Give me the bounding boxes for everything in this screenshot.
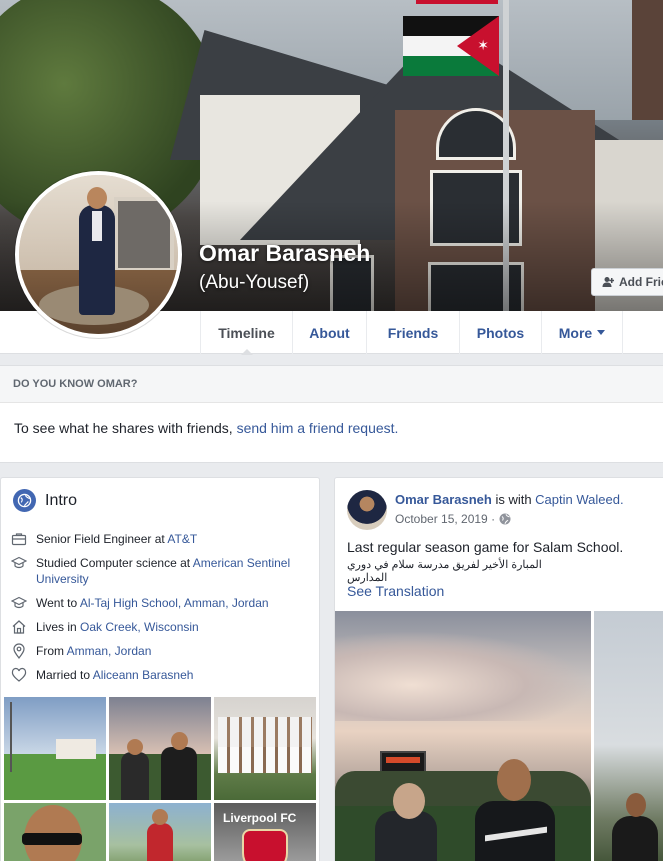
intro-item-label: Senior Field Engineer at	[36, 532, 168, 546]
friend-request-prompt: DO YOU KNOW OMAR? To see what he shares …	[0, 365, 663, 463]
highschool-link[interactable]: Al-Taj High School, Amman, Jordan	[80, 596, 269, 610]
employer-link[interactable]: AT&T	[167, 532, 197, 546]
intro-heading: Intro	[13, 489, 77, 512]
add-friend-icon	[602, 277, 614, 287]
liverpool-photo[interactable]: Liverpool FC	[214, 803, 316, 861]
tab-timeline[interactable]: Timeline	[200, 311, 292, 355]
prompt-body: To see what he shares with friends, send…	[0, 403, 663, 436]
globe-icon	[499, 513, 511, 525]
intro-item-married: Married to Aliceann Barasneh	[11, 667, 311, 683]
see-translation-link[interactable]: See Translation	[347, 583, 444, 599]
heart-icon	[11, 667, 27, 682]
post-author-avatar[interactable]	[347, 490, 387, 530]
tagged-friend-link[interactable]: Captin Waleed.	[535, 492, 623, 507]
photo-thumbnail[interactable]	[4, 697, 106, 800]
graduation-cap-icon	[11, 596, 27, 609]
photo-treeline	[335, 771, 591, 811]
prompt-heading: DO YOU KNOW OMAR?	[0, 366, 663, 403]
photo-thumbnail[interactable]	[4, 803, 106, 861]
intro-item-label: Went to	[36, 596, 80, 610]
briefcase-icon	[11, 533, 27, 546]
intro-item-lives: Lives in Oak Creek, Wisconsin	[11, 619, 311, 635]
intro-card: Intro Senior Field Engineer at AT&T Stud…	[0, 477, 320, 861]
tab-timeline-label: Timeline	[218, 324, 275, 341]
intro-title: Intro	[45, 491, 78, 509]
person-secondary	[612, 816, 658, 861]
current-city-link[interactable]: Oak Creek, Wisconsin	[80, 620, 199, 634]
intro-item-text: Senior Field Engineer at AT&T	[36, 531, 197, 547]
intro-list: Senior Field Engineer at AT&T Studied Co…	[11, 531, 311, 691]
intro-item-text: Studied Computer science at American Sen…	[36, 555, 311, 587]
add-friend-button[interactable]: Add Frie	[591, 268, 663, 296]
flag-top	[416, 0, 498, 4]
add-friend-label: Add Frie	[619, 275, 663, 289]
chevron-down-icon	[597, 330, 606, 335]
post-date[interactable]: October 15, 2019 ·	[395, 512, 495, 526]
timeline-post: Omar Barasneh is with Captin Waleed. Oct…	[334, 477, 663, 861]
post-photo-secondary[interactable]	[594, 611, 663, 861]
profile-picture[interactable]	[15, 171, 182, 338]
tab-about-label: About	[309, 324, 350, 341]
person-right-head	[497, 759, 531, 801]
post-with-text: is with	[491, 492, 536, 507]
intro-item-from: From Amman, Jordan	[11, 643, 311, 659]
send-friend-request-link[interactable]: send him a friend request.	[237, 420, 399, 436]
tab-about[interactable]: About	[292, 311, 366, 354]
post-text-arabic: المبارة الأخير لفريق مدرسة سلام في دوري …	[347, 559, 542, 584]
tab-more-label: More	[558, 324, 593, 341]
intro-item-label: Married to	[36, 668, 93, 682]
tab-friends[interactable]: Friends	[366, 311, 459, 354]
tab-friends-label: Friends	[387, 324, 439, 341]
location-pin-icon	[13, 643, 25, 659]
intro-item-text: From Amman, Jordan	[36, 643, 151, 659]
intro-item-college: Studied Computer science at American Sen…	[11, 555, 311, 587]
graduation-cap-icon	[11, 556, 27, 569]
prompt-text: To see what he shares with friends,	[14, 420, 237, 436]
tab-photos[interactable]: Photos	[459, 311, 541, 354]
intro-item-text: Went to Al-Taj High School, Amman, Jorda…	[36, 595, 269, 611]
cover-chimney	[632, 0, 663, 120]
jordan-flag: ✶	[403, 16, 499, 76]
home-icon	[12, 620, 26, 634]
profile-name[interactable]: Omar Barasneh	[199, 240, 370, 267]
photo-thumbnail[interactable]	[214, 697, 316, 800]
tab-more[interactable]: More	[541, 311, 623, 354]
globe-icon	[13, 489, 36, 512]
spouse-link[interactable]: Aliceann Barasneh	[93, 668, 194, 682]
intro-item-work: Senior Field Engineer at AT&T	[11, 531, 311, 547]
profile-nickname: (Abu-Yousef)	[199, 272, 310, 293]
tab-photos-label: Photos	[476, 324, 525, 341]
photo-thumbnail[interactable]	[109, 697, 211, 800]
intro-item-label: From	[36, 644, 67, 658]
intro-item-label: Studied Computer science at	[36, 556, 193, 570]
photo-thumbnail[interactable]	[109, 803, 211, 861]
intro-item-text: Lives in Oak Creek, Wisconsin	[36, 619, 199, 635]
post-author-link[interactable]: Omar Barasneh	[395, 492, 492, 507]
post-meta: October 15, 2019 ·	[395, 512, 511, 526]
intro-item-highschool: Went to Al-Taj High School, Amman, Jorda…	[11, 595, 311, 611]
liverpool-crest-icon	[242, 829, 288, 861]
hometown-link[interactable]: Amman, Jordan	[67, 644, 152, 658]
post-text: Last regular season game for Salam Schoo…	[347, 539, 624, 555]
post-header: Omar Barasneh is with Captin Waleed.	[395, 492, 624, 507]
person-secondary-head	[626, 793, 646, 817]
intro-item-label: Lives in	[36, 620, 81, 634]
liverpool-label: Liverpool FC	[223, 811, 297, 825]
photo-clouds	[335, 631, 591, 721]
post-photo[interactable]	[335, 611, 591, 861]
person-left-head	[393, 783, 425, 819]
intro-item-text: Married to Aliceann Barasneh	[36, 667, 193, 683]
